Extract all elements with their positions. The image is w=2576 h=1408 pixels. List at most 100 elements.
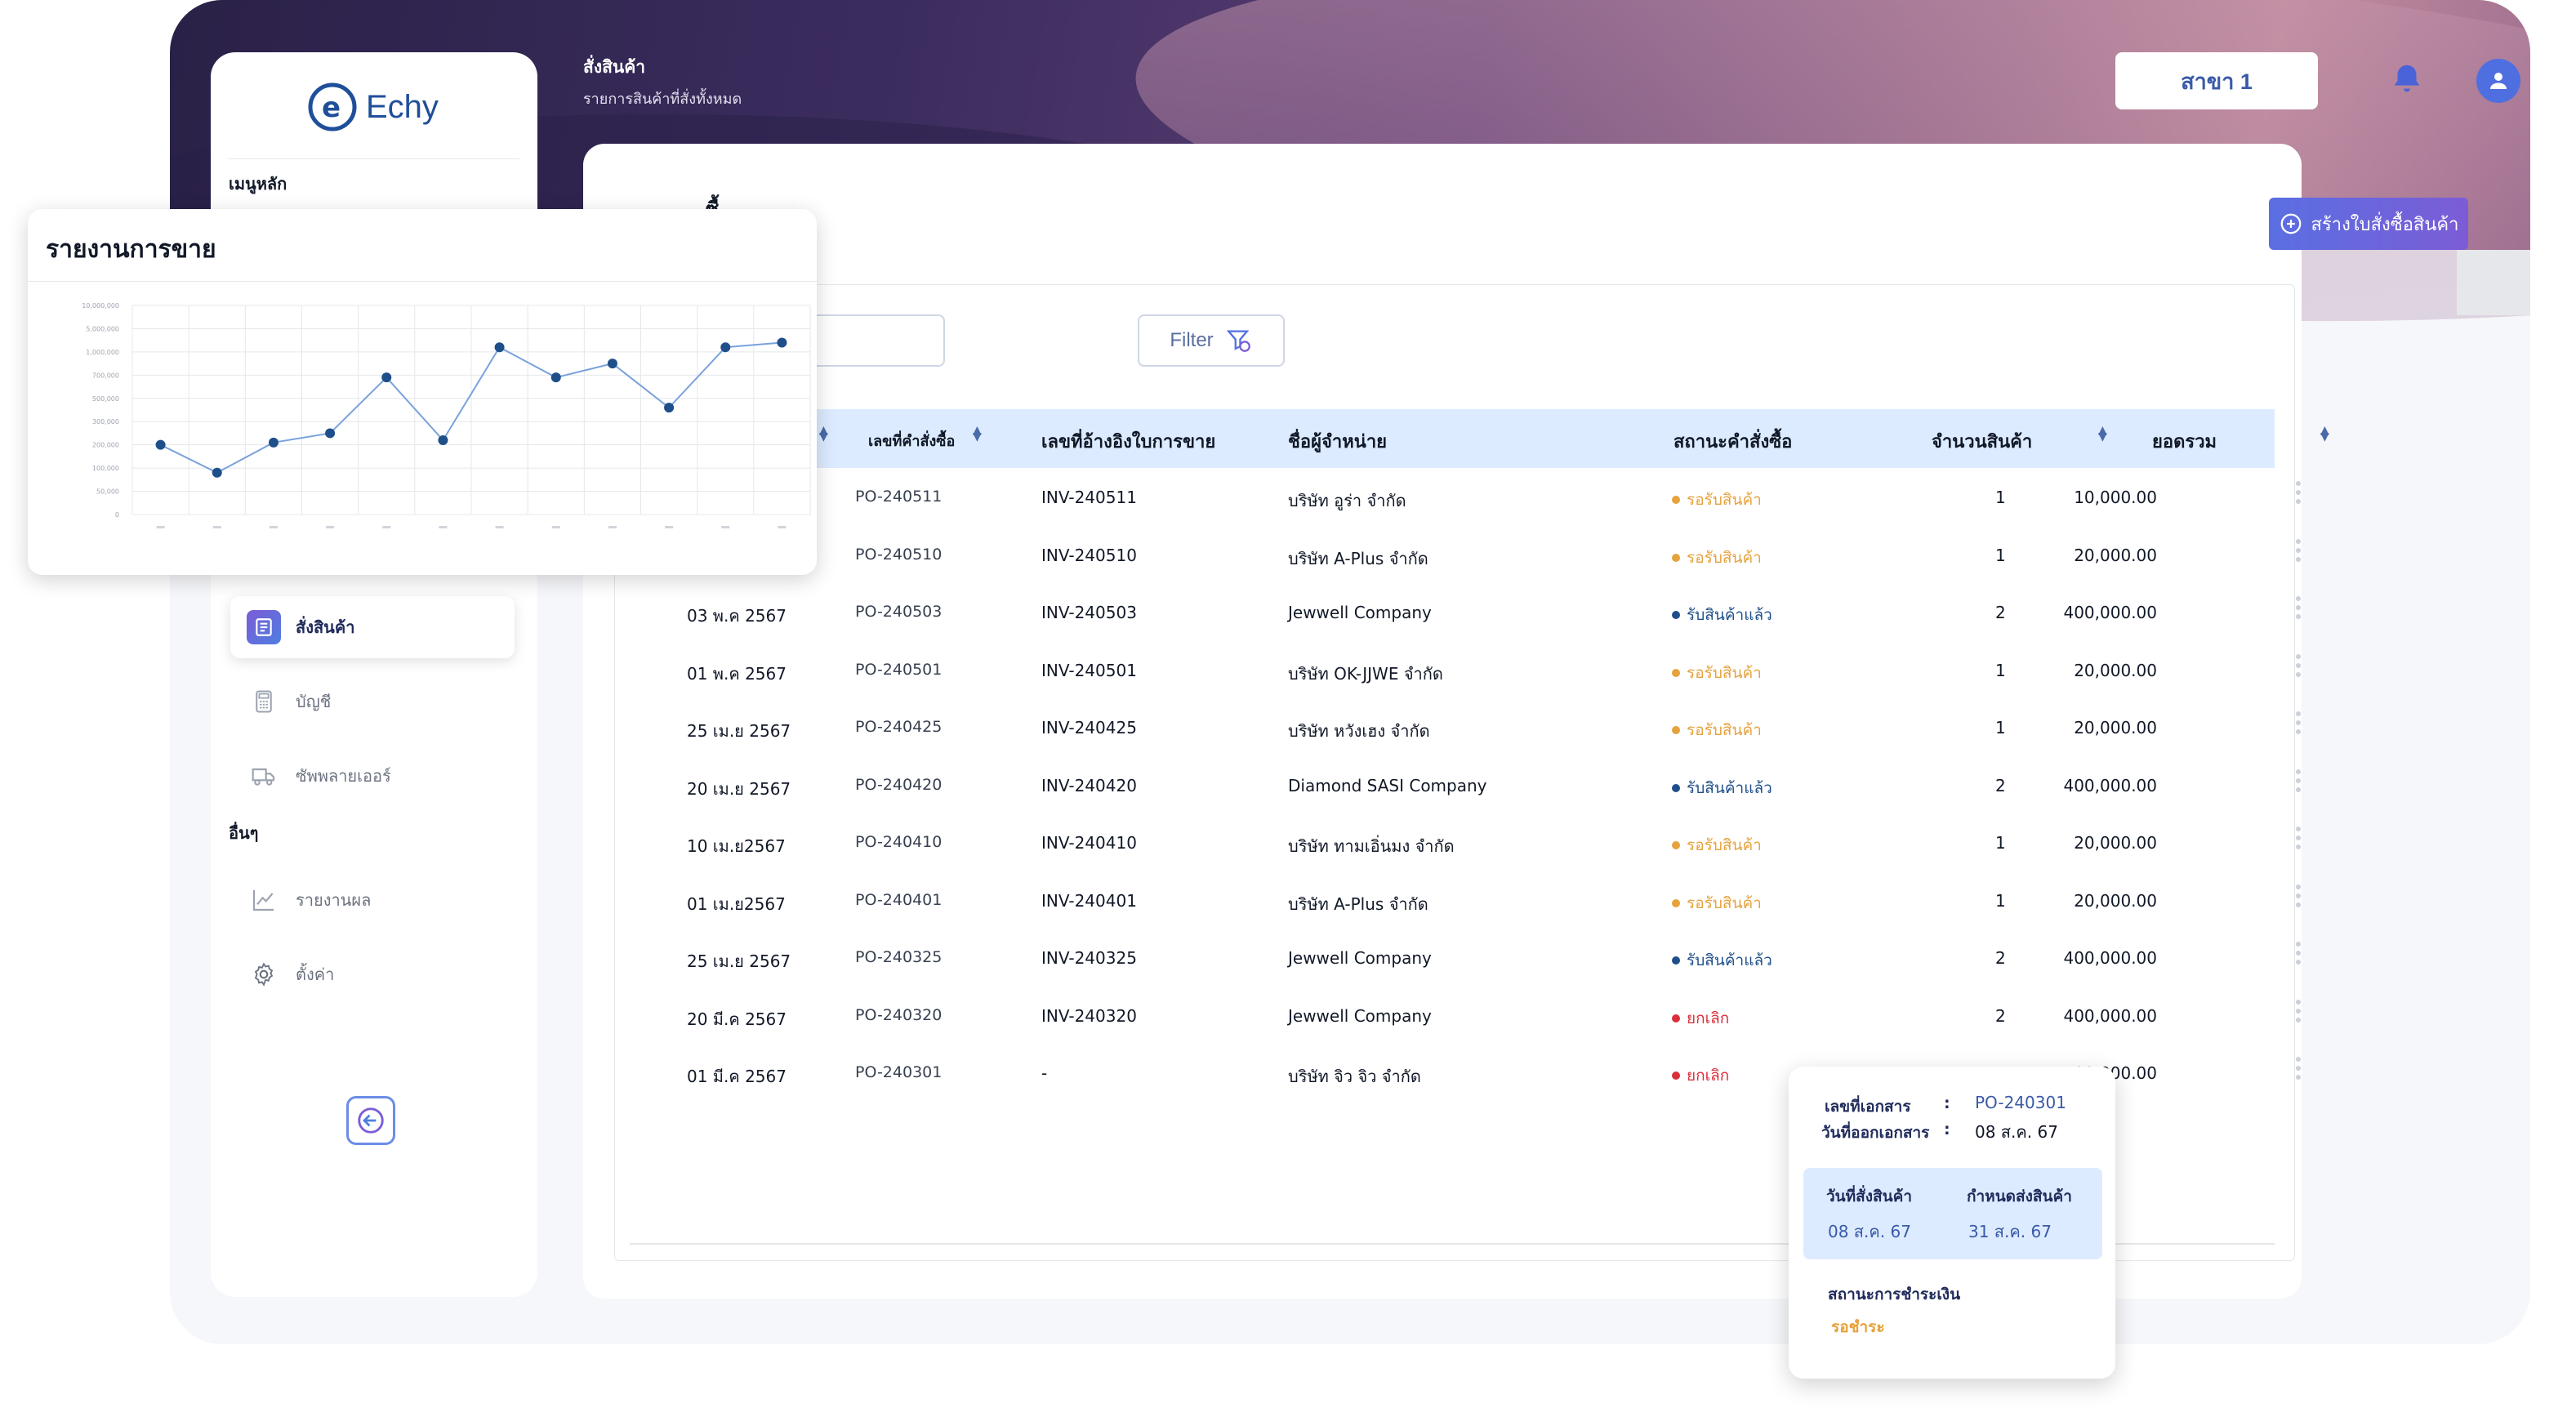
data-point: [381, 372, 392, 383]
more-options-icon[interactable]: [2296, 596, 2302, 619]
col-qty[interactable]: จำนวนสินค้า: [1932, 427, 2032, 456]
status-label: รอรับสินค้า: [1687, 548, 1762, 567]
arrow-left-icon: [358, 1107, 384, 1134]
more-options-icon[interactable]: [2296, 481, 2302, 504]
sort-arrow-icon[interactable]: ▲ ▼: [819, 425, 828, 443]
data-point: [325, 428, 336, 439]
x-tick-mark: [721, 526, 730, 528]
cell-po: PO-240511: [855, 488, 943, 506]
cell-invoice: INV-240320: [1041, 1005, 1137, 1026]
y-tick-label: 0: [115, 511, 119, 519]
table-row[interactable]: 03 พ.ค 2567 PO-240503 INV-240503 Jewwell Co…: [630, 583, 2301, 641]
filter-label: Filter: [1170, 329, 1214, 351]
due-date-value: 31 ส.ค. 67: [1968, 1222, 2052, 1241]
data-point: [550, 372, 561, 383]
order-date-value: 08 ส.ค. 67: [1828, 1222, 1911, 1241]
more-options-icon[interactable]: [2296, 1057, 2302, 1080]
col-vendor[interactable]: ชื่อผู้จำหน่าย: [1288, 427, 1387, 456]
sidebar-item-settings[interactable]: ตั้งค่า: [230, 943, 515, 1005]
cell-po: PO-240503: [855, 603, 943, 621]
status-badge: รับสินค้าแล้ว: [1672, 948, 1772, 973]
filter-icon: [1226, 330, 1250, 352]
col-status[interactable]: สถานะคำสั่งซื้อ: [1674, 427, 1792, 456]
status-dot: [1672, 553, 1680, 562]
cell-qty: 1: [1995, 890, 2006, 911]
status-dot: [1672, 956, 1680, 965]
more-options-icon[interactable]: [2296, 538, 2302, 562]
table-row[interactable]: 25 เม.ย 2567 PO-240425 INV-240425 บริษัท หว…: [630, 698, 2301, 756]
status-badge: รอรับสินค้า: [1672, 546, 1762, 570]
table-row[interactable]: PO-240511 INV-240511 บริษัท อูร่า จำกัด รอร…: [630, 468, 2301, 526]
sidebar-item-label: ซัพพลายเออร์: [296, 766, 391, 786]
orders-table: ▲ ▼ เลขที่คำสั่งซื้อ ▲ ▼ เลขที่อ้างอิงใบกา…: [630, 409, 2329, 1102]
data-point: [212, 467, 222, 478]
brand-logo[interactable]: e Echy: [307, 82, 439, 132]
filter-button[interactable]: Filter: [1138, 314, 1285, 367]
status-label: รับสินค้าแล้ว: [1687, 951, 1772, 969]
cell-date: 01 พ.ค 2567: [687, 663, 787, 684]
cell-po: PO-240325: [855, 948, 943, 966]
status-dot: [1672, 1014, 1680, 1023]
status-badge: ยกเลิก: [1672, 1063, 1729, 1088]
cell-invoice: -: [1041, 1063, 1048, 1083]
more-options-icon[interactable]: [2296, 942, 2302, 965]
table-row[interactable]: 20 เม.ย 2567 PO-240420 INV-240420 Diamond S…: [630, 756, 2301, 814]
table-row[interactable]: 01 เม.ย2567 PO-240401 INV-240401 บริษัท A-P…: [630, 871, 2301, 929]
more-options-icon[interactable]: [2296, 999, 2302, 1023]
y-tick-label: 100,000: [92, 465, 119, 472]
cell-date: 20 เม.ย 2567: [687, 778, 791, 799]
sort-arrow-icon[interactable]: ▲ ▼: [973, 425, 982, 443]
table-row[interactable]: 20 มี.ค 2567 PO-240320 INV-240320 Jewwell C…: [630, 987, 2301, 1045]
sidebar-item-suppliers[interactable]: ซัพพลายเออร์: [230, 745, 515, 807]
svg-text:e: e: [322, 91, 341, 124]
cell-invoice: INV-240510: [1041, 545, 1137, 565]
cell-qty: 2: [1995, 775, 2006, 795]
table-row[interactable]: 01 พ.ค 2567 PO-240501 INV-240501 บริษัท OK-…: [630, 641, 2301, 699]
table-row[interactable]: 25 เม.ย 2567 PO-240325 INV-240325 Jewwell C…: [630, 929, 2301, 987]
page-subtitle: รายการสินค้าที่สั่งทั้งหมด: [583, 91, 742, 108]
status-badge: รอรับสินค้า: [1672, 833, 1762, 858]
more-options-icon[interactable]: [2296, 827, 2302, 849]
sales-report-card[interactable]: รายงานการขาย 0 50,000 100,000 200,000 300,00…: [28, 209, 817, 575]
y-tick-label: 1,000,000: [86, 349, 119, 356]
y-tick-label: 5,000,000: [86, 325, 119, 332]
x-tick-mark: [551, 526, 560, 528]
data-point: [777, 337, 787, 348]
more-options-icon[interactable]: [2296, 711, 2302, 734]
status-label: รอรับสินค้า: [1687, 836, 1762, 854]
sidebar-item-reports[interactable]: รายงานผล: [230, 869, 515, 931]
col-po[interactable]: เลขที่คำสั่งซื้อ: [868, 429, 955, 452]
col-total[interactable]: ยอดรวม: [2152, 427, 2217, 456]
echy-logo-icon: e: [308, 82, 357, 131]
sidebar-item-orders[interactable]: สั่งสินค้า: [230, 596, 515, 658]
doc-date-label: วันที่ออกเอกสาร: [1821, 1124, 1930, 1142]
branch-selector[interactable]: สาขา 1: [2115, 52, 2318, 109]
cell-po: PO-240501: [855, 660, 943, 679]
more-options-icon[interactable]: [2296, 653, 2302, 677]
cell-vendor: บริษัท ทามเอิ่นมง จำกัด: [1288, 836, 1455, 856]
sort-arrow-icon[interactable]: ▲ ▼: [2098, 425, 2107, 443]
more-options-icon[interactable]: [2296, 884, 2302, 907]
x-tick-mark: [778, 526, 787, 528]
sort-arrow-icon[interactable]: ▲ ▼: [2320, 425, 2329, 443]
cell-qty: 1: [1995, 718, 2006, 737]
status-dot: [1672, 496, 1680, 504]
brand-name: Echy: [366, 88, 439, 125]
cell-total: 20,000.00: [2074, 718, 2157, 737]
status-badge: ยกเลิก: [1672, 1006, 1729, 1031]
separator: :: [1944, 1094, 1950, 1112]
bell-icon[interactable]: [2388, 60, 2426, 98]
table-row[interactable]: 10 เม.ย2567 PO-240410 INV-240410 บริษัท ทาม…: [630, 813, 2301, 871]
user-avatar[interactable]: [2476, 59, 2520, 103]
col-invoice[interactable]: เลขที่อ้างอิงใบการขาย: [1041, 427, 1215, 456]
y-tick-label: 700,000: [92, 372, 119, 379]
create-order-button[interactable]: สร้างใบสั่งซื้อสินค้า: [2269, 198, 2468, 250]
sidebar-item-accounts[interactable]: บัญชี: [230, 671, 515, 733]
cell-vendor: Jewwell Company: [1288, 603, 1432, 622]
sidebar-item-label: ตั้งค่า: [296, 965, 335, 984]
doc-date-value: 08 ส.ค. 67: [1975, 1122, 2058, 1142]
more-options-icon[interactable]: [2296, 769, 2302, 792]
collapse-sidebar-button[interactable]: [346, 1096, 395, 1145]
cell-date: 20 มี.ค 2567: [687, 1009, 787, 1029]
table-row[interactable]: PO-240510 INV-240510 บริษัท A-Plus จำกัด รอ…: [630, 526, 2301, 584]
